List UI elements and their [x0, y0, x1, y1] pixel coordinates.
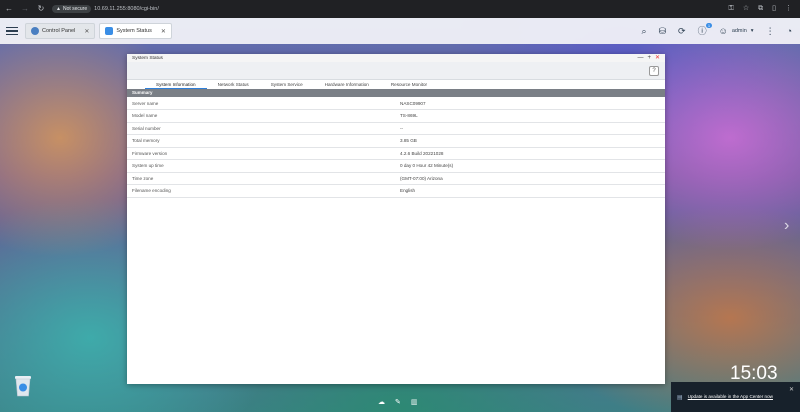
- status-tabs: System Information Network Status System…: [127, 80, 665, 89]
- row-value: --: [400, 125, 404, 131]
- book-icon[interactable]: ▥: [411, 398, 418, 406]
- security-indicator[interactable]: ▲ Not secure: [52, 5, 92, 13]
- notification-count-badge: 1: [706, 23, 712, 28]
- row-value: TS-869L: [400, 113, 418, 119]
- security-label: Not secure: [62, 6, 88, 12]
- side-panel-icon[interactable]: ▯: [772, 5, 776, 13]
- window-title: System Status: [132, 55, 163, 61]
- close-icon[interactable]: ✕: [161, 28, 166, 35]
- notification-link[interactable]: Update is available in the App Center no…: [688, 394, 784, 400]
- app-center-icon: ▤: [677, 394, 683, 401]
- row-label: Firmware version: [132, 150, 168, 156]
- row-value: 0 day 0 Hour 42 Minute(s): [400, 163, 454, 169]
- row-label: Filename encoding: [132, 188, 171, 194]
- system-info-table: Server name NASC09907 Model name TS-869L S…: [127, 97, 665, 198]
- reload-icon[interactable]: ↻: [36, 4, 46, 14]
- row-value: 3.85 GB: [400, 138, 417, 144]
- tab-system-information[interactable]: System Information: [145, 81, 207, 89]
- row-value: English: [400, 188, 416, 194]
- system-status-window: System Status — + ✕ ? System Information…: [127, 54, 665, 384]
- row-label: Server name: [132, 100, 159, 106]
- warning-icon: ▲: [56, 6, 61, 12]
- control-panel-icon: [31, 27, 39, 35]
- tab-system-service[interactable]: System Service: [260, 81, 314, 89]
- close-icon[interactable]: ✕: [655, 55, 660, 62]
- table-row: Total memory 3.85 GB: [127, 135, 665, 147]
- background-tasks-icon[interactable]: ⛁: [659, 26, 667, 36]
- tab-hardware-information[interactable]: Hardware Information: [314, 81, 380, 89]
- summary-header: Summary: [127, 89, 665, 97]
- tools-icon[interactable]: ✎: [395, 398, 401, 406]
- chevron-down-icon: ▾: [750, 28, 754, 34]
- task-tab-label: Control Panel: [42, 28, 76, 34]
- window-toolbar: ?: [127, 62, 665, 80]
- row-value: 4.2.6 Build 20221028: [400, 150, 444, 156]
- pager-dot[interactable]: [395, 374, 398, 377]
- row-label: Time zone: [132, 175, 154, 181]
- dashboard-gauge-icon[interactable]: ◔: [787, 26, 792, 36]
- task-tab-label: System Status: [116, 28, 152, 34]
- table-row: Filename encoding English: [127, 185, 665, 197]
- forward-arrow-icon[interactable]: →: [20, 4, 30, 14]
- update-notification[interactable]: ▤ Update is available in the App Center …: [671, 382, 800, 412]
- task-tab-control-panel[interactable]: Control Panel ✕: [25, 23, 96, 39]
- row-label: Serial number: [132, 125, 161, 131]
- close-icon[interactable]: ✕: [84, 28, 89, 35]
- main-menu-icon[interactable]: [6, 25, 18, 37]
- tab-network-status[interactable]: Network Status: [207, 81, 260, 89]
- close-icon[interactable]: ✕: [789, 386, 794, 393]
- table-row: Firmware version 4.2.6 Build 20221028: [127, 147, 665, 160]
- help-button[interactable]: ?: [649, 66, 659, 76]
- system-status-icon: [105, 27, 114, 35]
- sync-icon[interactable]: ⟳: [678, 26, 686, 36]
- user-avatar-icon: ☺: [718, 26, 728, 36]
- bookmark-star-icon[interactable]: ☆: [743, 5, 749, 13]
- more-options-icon[interactable]: ⋮: [766, 26, 775, 36]
- chevron-right-icon[interactable]: ›: [784, 218, 789, 234]
- maximize-icon[interactable]: +: [647, 55, 651, 62]
- row-value: (GMT-07:00) Arizona: [400, 175, 443, 181]
- search-icon[interactable]: ⌕: [641, 26, 646, 36]
- desktop-pager: [382, 374, 411, 377]
- cloud-icon[interactable]: ☁: [378, 398, 385, 406]
- extensions-icon[interactable]: ⧉: [758, 5, 763, 13]
- row-label: Total memory: [132, 138, 160, 144]
- back-arrow-icon[interactable]: ←: [4, 4, 14, 14]
- minimize-icon[interactable]: —: [637, 55, 643, 62]
- recycle-bin-icon[interactable]: [12, 373, 34, 397]
- address-bar[interactable]: ▲ Not secure 10.69.11.255:8080/cgi-bin/: [52, 3, 159, 15]
- table-row: System up time 0 day 0 Hour 42 Minute(s): [127, 160, 665, 172]
- browser-toolbar: ← → ↻ ▲ Not secure 10.69.11.255:8080/cgi…: [0, 0, 800, 18]
- table-row: Model name TS-869L: [127, 110, 665, 122]
- table-row: Time zone (GMT-07:00) Arizona: [127, 172, 665, 185]
- pager-dot[interactable]: [408, 374, 411, 377]
- row-label: Model name: [132, 113, 158, 119]
- qts-taskbar: Control Panel ✕ System Status ✕ ⌕ ⛁ ⟳ ⓘ 1…: [0, 18, 800, 44]
- bottom-toolbar: ☁ ✎ ▥: [378, 398, 418, 406]
- user-menu[interactable]: ☺ admin ▾: [719, 26, 754, 36]
- pager-dot[interactable]: [382, 374, 385, 377]
- browser-menu-icon[interactable]: ⋮: [785, 5, 792, 13]
- row-value: NASC09907: [400, 100, 426, 106]
- table-row: Serial number --: [127, 122, 665, 135]
- table-row: Server name NASC09907: [127, 97, 665, 110]
- tab-resource-monitor[interactable]: Resource Monitor: [380, 81, 438, 89]
- row-label: System up time: [132, 163, 164, 169]
- window-titlebar[interactable]: System Status — + ✕: [127, 54, 665, 62]
- url-text[interactable]: 10.69.11.255:8080/cgi-bin/: [94, 6, 159, 12]
- desktop: Control Panel ✕ System Status ✕ ⌕ ⛁ ⟳ ⓘ 1…: [0, 18, 800, 412]
- password-key-icon[interactable]: ⚿: [729, 5, 734, 13]
- user-label: admin: [731, 28, 747, 34]
- task-tab-system-status[interactable]: System Status ✕: [99, 23, 172, 39]
- notifications-icon[interactable]: ⓘ 1: [698, 23, 712, 36]
